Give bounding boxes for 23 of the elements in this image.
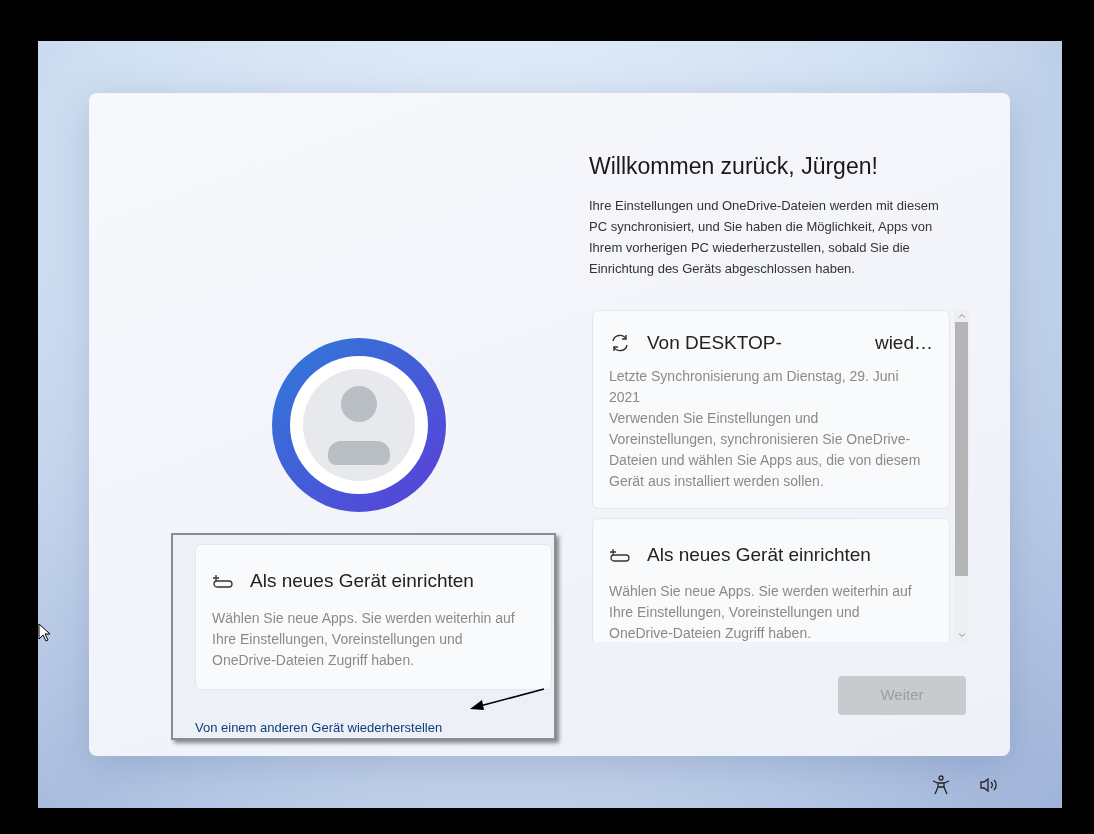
option-description: Wählen Sie neue Apps. Sie werden weiterhin auf Ihre Einstellungen, Voreinstellungen und OneDrive-Dateien Zugriff haben. (212, 608, 516, 670)
option-description: Wählen Sie neue Apps. Sie werden weiterhin auf Ihre Einstellungen, Voreinstellungen und OneDrive-Dateien Zugriff haben. (609, 582, 913, 642)
option-subtitle: Letzte Synchronisierung am Dienstag, 29. Juni 2021 (609, 366, 900, 407)
restore-link[interactable]: Von einem anderen Gerät wiederherstellen (195, 717, 443, 737)
option-title: wied… (874, 331, 933, 355)
volume-icon[interactable] (980, 777, 1000, 793)
option-card[interactable] (592, 310, 950, 509)
accessibility-icon[interactable] (932, 775, 950, 795)
user-avatar-icon (272, 338, 446, 512)
option-description: Verwenden Sie Einstellungen und Voreinstellungen, synchronisieren Sie OneDrive-Dateien und wählen Sie Apps aus, die von diesem Gerät aus installiert werden sollen. (609, 408, 922, 491)
option-card[interactable]: Als neues Gerät einrichten Wählen Sie neue Apps. Sie werden weiterhin auf Ihre Einstellungen, Voreinstellungen und OneDrive-Dateien Zugriff haben. (195, 544, 552, 690)
intro-text: Ihre Einstellungen und OneDrive-Dateien werden mit diesem PC synchronisiert, und Sie haben die Möglichkeit, Apps von Ihrem vorherigen PC wiederherzustellen, sobald Sie die Einrichtung des Geräts abgeschlossen haben. (589, 197, 940, 278)
device-plus-icon (609, 547, 631, 562)
scroll-up-icon[interactable] (957, 313, 966, 318)
scrollbar[interactable] (954, 309, 969, 642)
scroll-down-icon[interactable] (957, 633, 966, 638)
mouse-pointer-icon (38, 623, 50, 642)
option-title: Von DESKTOP- (647, 331, 782, 355)
option-title: Als neues Gerät einrichten (250, 569, 474, 593)
device-plus-icon (212, 574, 234, 589)
welcome-heading: Willkommen zurück, Jürgen! (589, 152, 879, 181)
option-title: Als neues Gerät einrichten (647, 542, 871, 567)
option-card[interactable]: Als neues Gerät einrichten Wählen Sie neue Apps. Sie werden weiterhin auf Ihre Einstellungen, Voreinstellungen und OneDrive-Dateien Zugriff haben. (592, 517, 950, 642)
